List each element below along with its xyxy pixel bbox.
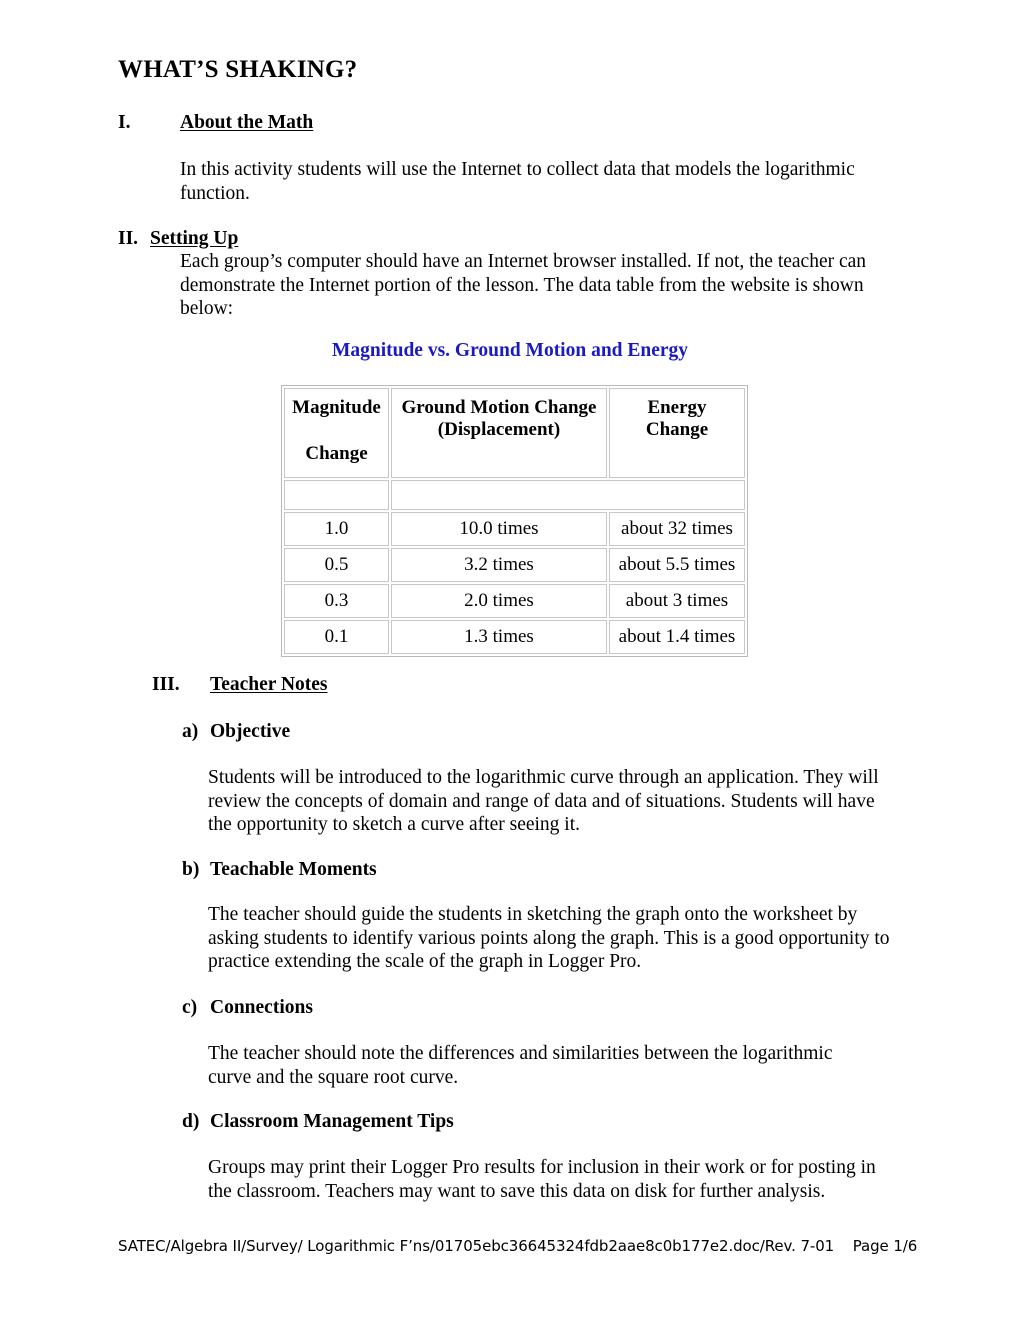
section-body-setting-up: Each group’s computer should have an Int… [180,251,867,319]
header-magnitude-line2: Change [305,443,368,464]
table-spacer-row [284,480,745,510]
section-numeral-i: I. [118,112,131,133]
table-row: 1.0 10.0 times about 32 times [284,512,745,546]
cell-magnitude: 0.5 [284,548,389,582]
subsection-label-objective: Objective [210,721,291,742]
section-numeral-iii: III. [152,674,180,695]
subsection-letter-b: b) [182,859,200,880]
subsection-letter-a: a) [182,721,199,742]
header-energy-line2: Change [645,419,709,440]
spacer-cell-right [391,480,745,510]
cell-ground-motion: 10.0 times [391,512,607,546]
subsection-letter-c: c) [182,997,198,1018]
cell-energy: about 5.5 times [609,548,745,582]
cell-energy: about 3 times [609,584,745,618]
page-title: WHAT’S SHAKING? [118,56,358,83]
subsection-body-teachable-moments: The teacher should guide the students in… [208,904,890,972]
table-caption: Magnitude vs. Ground Motion and Energy [0,340,1020,362]
cell-ground-motion: 2.0 times [391,584,607,618]
document-page: WHAT’S SHAKING? I. About the Math In thi… [0,0,1020,1320]
header-ground-motion-line1: Ground Motion Change [401,397,597,418]
section-label-about-the-math: About the Math [180,112,314,133]
cell-magnitude: 1.0 [284,512,389,546]
header-energy-change: Energy Change [609,388,745,478]
section-label-setting-up: Setting Up [150,228,239,249]
table-row: 0.1 1.3 times about 1.4 times [284,620,745,654]
subsection-body-objective: Students will be introduced to the logar… [208,767,879,835]
table-row: 0.5 3.2 times about 5.5 times [284,548,745,582]
subsection-letter-d: d) [182,1111,200,1132]
subsection-body-classroom-management-tips: Groups may print their Logger Pro result… [208,1157,876,1202]
header-ground-motion-line2: (Displacement) [437,419,561,440]
header-magnitude-change: Magnitude Change [284,388,389,478]
cell-magnitude: 0.1 [284,620,389,654]
table-caption-text: Magnitude vs. Ground Motion and Energy [331,340,689,361]
cell-energy: about 1.4 times [609,620,745,654]
cell-ground-motion: 3.2 times [391,548,607,582]
subsection-heading-connections: c) Connections [182,997,782,1023]
subsection-label-classroom-management-tips: Classroom Management Tips [210,1111,454,1132]
page-footer: SATEC/Algebra II/Survey/ Logarithmic F’n… [118,1237,918,1255]
subsection-body-connections: The teacher should note the differences … [208,1043,833,1088]
header-ground-motion-change: Ground Motion Change (Displacement) [391,388,607,478]
table-header-row: Magnitude Change Ground Motion Change (D… [284,388,745,478]
section-numeral-ii: II. [118,228,139,249]
section-heading-i: I. About the Math [118,112,818,138]
subsection-heading-objective: a) Objective [182,721,782,747]
header-magnitude-line1: Magnitude [292,397,381,418]
table-row: 0.3 2.0 times about 3 times [284,584,745,618]
subsection-heading-teachable-moments: b) Teachable Moments [182,859,782,885]
section-heading-iii: III. Teacher Notes [152,674,852,700]
magnitude-data-table: Magnitude Change Ground Motion Change (D… [281,385,748,657]
subsection-heading-classroom-management-tips: d) Classroom Management Tips [182,1111,782,1137]
subsection-label-connections: Connections [210,997,313,1018]
header-energy-line1: Energy [647,397,707,418]
cell-energy: about 32 times [609,512,745,546]
spacer-cell-left [284,480,389,510]
section-label-teacher-notes: Teacher Notes [210,674,328,695]
cell-ground-motion: 1.3 times [391,620,607,654]
cell-magnitude: 0.3 [284,584,389,618]
section-body-about-the-math: In this activity students will use the I… [180,159,855,204]
subsection-label-teachable-moments: Teachable Moments [210,859,377,880]
